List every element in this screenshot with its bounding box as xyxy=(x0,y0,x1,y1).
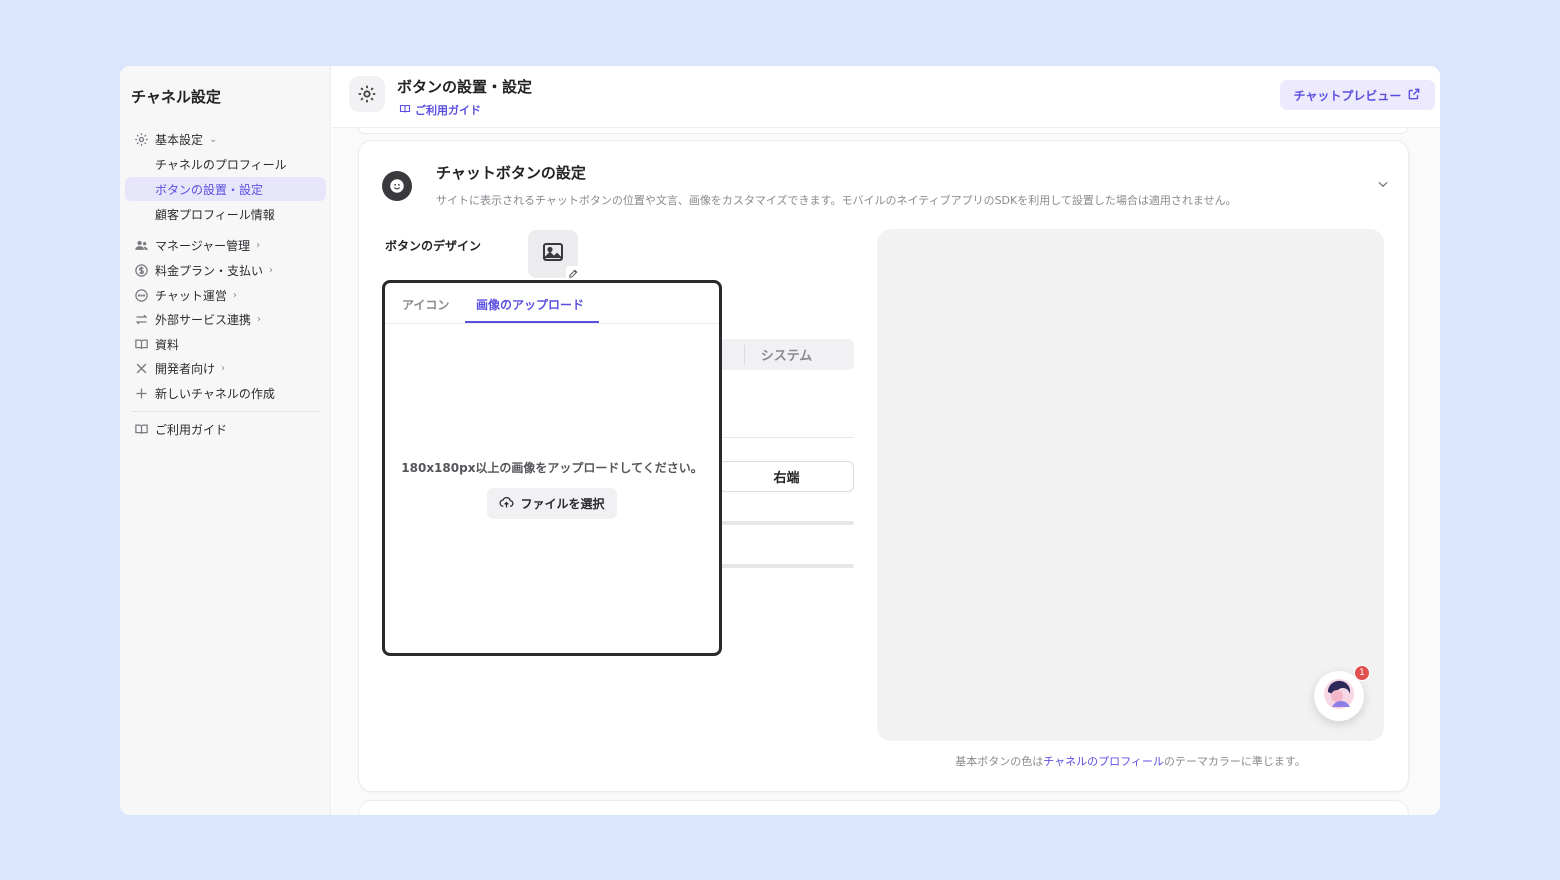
sidebar-item-label: チャット運営 xyxy=(155,288,227,303)
swap-icon xyxy=(133,311,149,327)
chevron-right-icon: › xyxy=(269,264,274,276)
sidebar-item-documents[interactable]: 資料 xyxy=(125,332,326,356)
sidebar-item-integrations[interactable]: 外部サービス連携 › xyxy=(125,307,326,331)
tab-icon[interactable]: アイコン xyxy=(402,296,449,313)
chevron-right-icon: › xyxy=(232,289,237,301)
users-icon xyxy=(133,237,149,253)
sidebar-item-chat-operation[interactable]: チャット運営 › xyxy=(125,283,326,307)
chevron-right-icon: › xyxy=(257,313,262,325)
dollar-icon xyxy=(133,262,149,278)
book-icon xyxy=(133,336,149,352)
cloud-upload-icon xyxy=(499,495,514,513)
sidebar: チャネル設定 基本設定 ⌄ チャネルのプロフィール ボタンの設置・設定 顧客プロ… xyxy=(120,66,331,815)
sidebar-item-customer-profile[interactable]: 顧客プロフィール情報 xyxy=(125,202,326,226)
popover-tabs: アイコン 画像のアップロード xyxy=(385,283,719,324)
page-header: ボタンの設置・設定 ご利用ガイド チャットプレビュー xyxy=(332,66,1440,128)
slider-track[interactable] xyxy=(719,521,854,525)
sidebar-item-label: マネージャー管理 xyxy=(155,238,251,253)
guide-link-label: ご利用ガイド xyxy=(415,104,481,117)
sidebar-item-basic-settings[interactable]: 基本設定 ⌄ xyxy=(125,127,326,151)
sidebar-item-billing[interactable]: 料金プラン・支払い › xyxy=(125,258,326,282)
active-tab-indicator xyxy=(465,321,599,323)
image-picker-popover: アイコン 画像のアップロード 180x180px以上の画像をアップロードしてくだ… xyxy=(382,280,722,656)
book-icon xyxy=(133,421,149,437)
sidebar-item-label: 資料 xyxy=(155,337,180,352)
edit-icon xyxy=(566,266,580,280)
sidebar-title: チャネル設定 xyxy=(131,88,221,106)
form-divider xyxy=(719,437,854,438)
sidebar-item-label: 基本設定 xyxy=(155,132,204,147)
app-window: チャネル設定 基本設定 ⌄ チャネルのプロフィール ボタンの設置・設定 顧客プロ… xyxy=(120,66,1440,815)
button-preview-area: 1 xyxy=(877,229,1384,741)
button-image-picker[interactable] xyxy=(528,230,580,280)
channel-profile-link[interactable]: チャネルのプロフィール xyxy=(1043,755,1164,768)
sidebar-item-managers[interactable]: マネージャー管理 › xyxy=(125,233,326,257)
image-icon xyxy=(541,240,565,268)
preview-note: 基本ボタンの色はチャネルのプロフィールのテーマカラーに準じます。 xyxy=(955,755,1306,768)
gear-icon xyxy=(349,76,385,112)
chat-button-preview[interactable]: 1 xyxy=(1314,665,1370,721)
previous-card-edge xyxy=(358,128,1408,134)
sidebar-item-label: 新しいチャネルの作成 xyxy=(155,386,275,401)
sidebar-item-button-settings[interactable]: ボタンの設置・設定 xyxy=(125,177,326,201)
sidebar-item-label: 料金プラン・支払い xyxy=(155,263,264,278)
select-file-button[interactable]: ファイルを選択 xyxy=(487,488,617,519)
chevron-down-icon: ⌄ xyxy=(209,133,218,145)
chevron-right-icon: › xyxy=(221,362,226,374)
button-design-label: ボタンのデザイン xyxy=(385,239,482,253)
sidebar-item-channel-profile[interactable]: チャネルのプロフィール xyxy=(125,152,326,176)
chat-preview-button[interactable]: チャットプレビュー xyxy=(1280,80,1435,110)
chat-icon xyxy=(133,287,149,303)
sidebar-item-guide[interactable]: ご利用ガイド xyxy=(125,417,326,441)
tools-icon xyxy=(133,360,149,376)
external-link-icon xyxy=(1407,87,1421,104)
slider-track[interactable] xyxy=(719,564,854,568)
avatar-icon xyxy=(1322,677,1356,715)
select-file-label: ファイルを選択 xyxy=(520,497,605,511)
gear-icon xyxy=(133,131,149,147)
upload-instruction: 180x180px以上の画像をアップロードしてください。 xyxy=(401,461,703,475)
guide-link[interactable]: ご利用ガイド xyxy=(399,102,481,118)
sidebar-item-new-channel[interactable]: 新しいチャネルの作成 xyxy=(125,381,326,405)
tab-image-upload[interactable]: 画像のアップロード xyxy=(476,296,584,313)
chevron-down-icon[interactable] xyxy=(1376,176,1390,195)
sidebar-item-label: ご利用ガイド xyxy=(155,422,228,437)
position-option-right[interactable]: 右端 xyxy=(719,461,854,492)
book-icon xyxy=(399,103,411,118)
card-title: チャットボタンの設定 xyxy=(436,164,586,182)
card-description: サイトに表示されるチャットボタンの位置や文言、画像をカスタマイズできます。モバイ… xyxy=(436,194,1237,207)
sidebar-item-label: 外部サービス連携 xyxy=(155,312,252,327)
page-title: ボタンの設置・設定 xyxy=(397,78,533,96)
sidebar-divider xyxy=(132,411,321,412)
chat-bubble-icon xyxy=(382,171,412,201)
chevron-right-icon: › xyxy=(256,239,261,251)
theme-option-system[interactable]: システム xyxy=(719,339,854,370)
plus-icon xyxy=(133,385,149,401)
sidebar-item-label: 開発者向け xyxy=(155,361,216,376)
chat-preview-label: チャットプレビュー xyxy=(1293,88,1402,103)
sidebar-item-developers[interactable]: 開発者向け › xyxy=(125,356,326,380)
notification-badge: 1 xyxy=(1354,665,1370,681)
next-card-edge xyxy=(358,800,1409,815)
